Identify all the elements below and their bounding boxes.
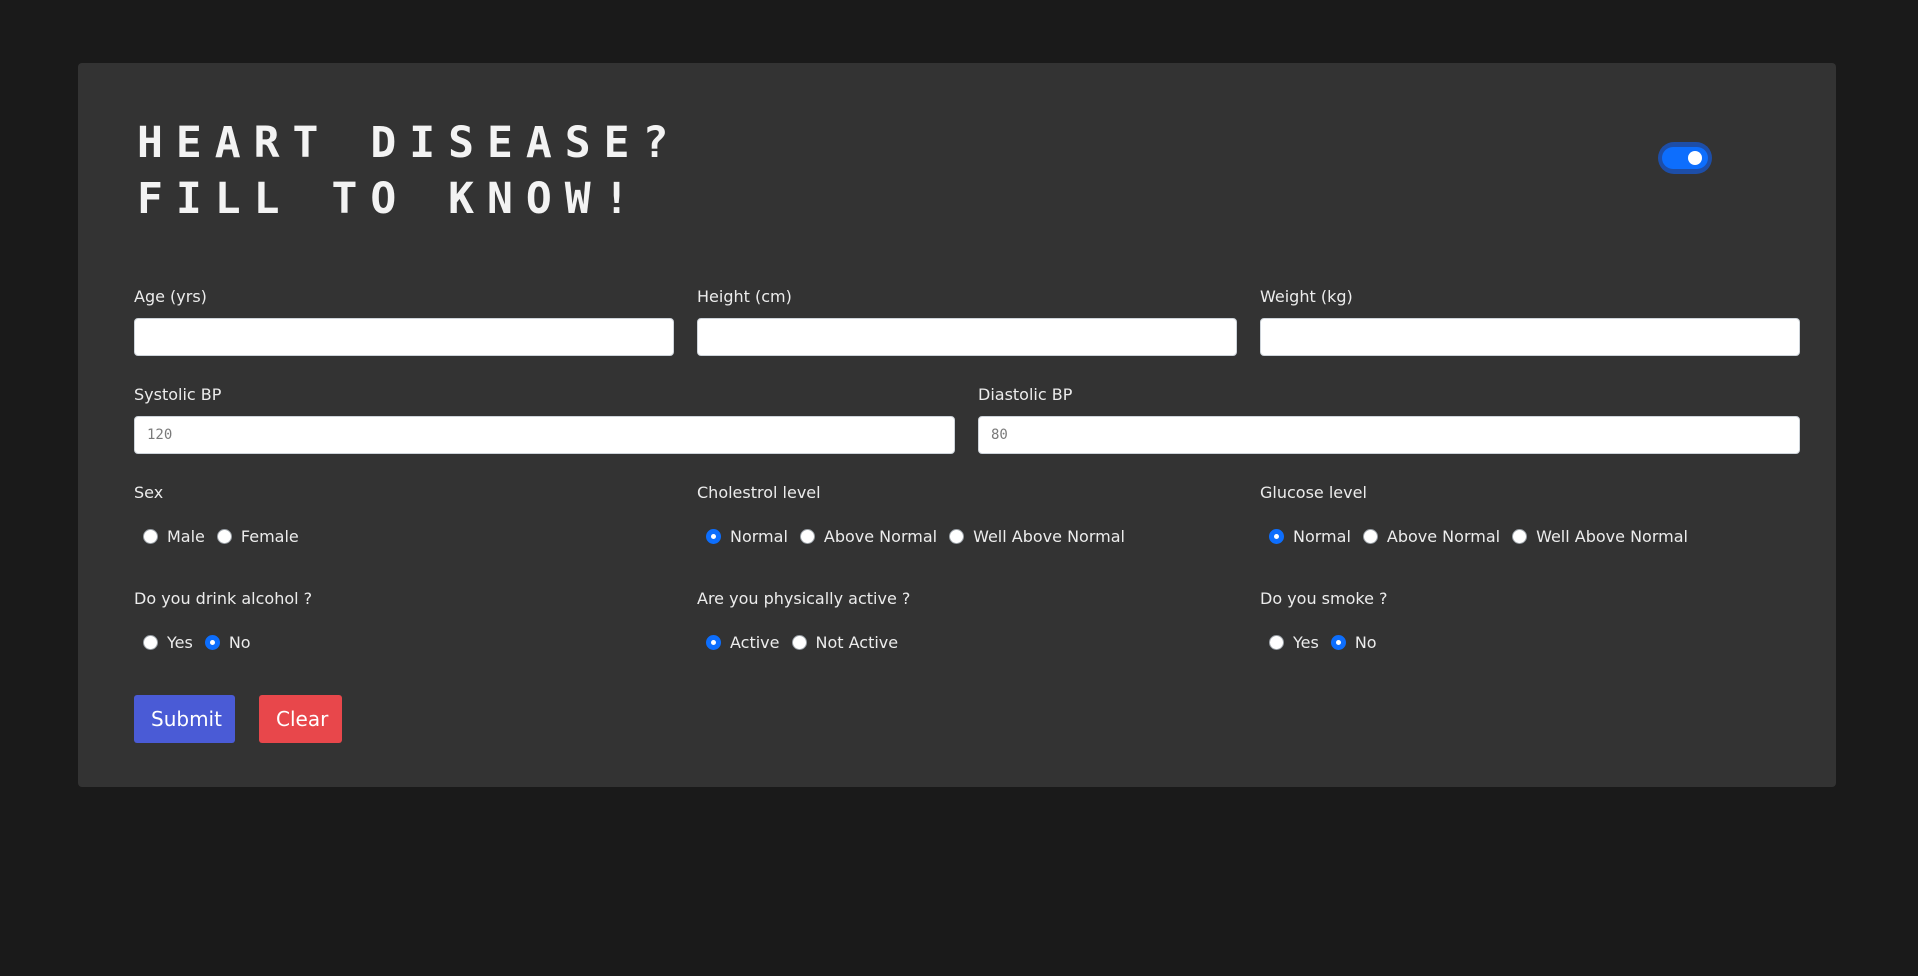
radio-button[interactable] bbox=[706, 528, 721, 544]
radio-button[interactable] bbox=[143, 634, 158, 650]
radio-label: Yes bbox=[167, 632, 193, 652]
glucose-option-above-normal[interactable]: Above Normal bbox=[1362, 526, 1501, 546]
form-card: HEART DISEASE? FILL TO KNOW! Age (yrs) H… bbox=[78, 63, 1836, 787]
radio-button[interactable] bbox=[1269, 528, 1284, 544]
sex-option-male[interactable]: Male bbox=[143, 527, 205, 546]
radio-label: No bbox=[1354, 632, 1377, 652]
toggle-knob bbox=[1688, 151, 1702, 165]
radio-button[interactable] bbox=[791, 634, 807, 650]
alcohol-label: Do you drink alcohol ? bbox=[134, 589, 313, 608]
page-title: HEART DISEASE? FILL TO KNOW! bbox=[137, 115, 681, 227]
weight-input[interactable] bbox=[1260, 318, 1800, 356]
radio-label: Normal bbox=[730, 526, 788, 546]
radio-button[interactable] bbox=[1512, 528, 1528, 544]
theme-toggle-switch[interactable] bbox=[1658, 142, 1712, 174]
smoke-option-yes[interactable]: Yes bbox=[1269, 633, 1319, 652]
radio-label: Well Above Normal bbox=[1536, 526, 1688, 546]
submit-button[interactable]: Submit bbox=[134, 695, 235, 743]
sex-label: Sex bbox=[134, 483, 164, 502]
age-label: Age (yrs) bbox=[134, 287, 207, 306]
radio-label: Yes bbox=[1293, 632, 1319, 652]
radio-label: Well Above Normal bbox=[973, 526, 1125, 546]
alcohol-option-yes[interactable]: Yes bbox=[143, 633, 193, 652]
radio-label: Normal bbox=[1293, 526, 1351, 546]
smoke-option-no[interactable]: No bbox=[1330, 632, 1377, 652]
clear-button[interactable]: Clear bbox=[259, 695, 342, 743]
radio-button[interactable] bbox=[216, 528, 232, 544]
radio-button[interactable] bbox=[204, 634, 220, 650]
smoke-radio-group: Yes No bbox=[1269, 630, 1389, 654]
radio-button[interactable] bbox=[706, 634, 721, 650]
cholesterol-radio-group: Normal Above Normal Well Above Normal bbox=[706, 524, 1137, 548]
cholesterol-option-normal[interactable]: Normal bbox=[706, 527, 788, 546]
radio-button[interactable] bbox=[949, 528, 965, 544]
height-label: Height (cm) bbox=[697, 287, 792, 306]
sex-radio-group: Male Female bbox=[143, 524, 311, 548]
radio-label: Above Normal bbox=[823, 526, 938, 546]
diastolic-bp-label: Diastolic BP bbox=[978, 385, 1073, 404]
cholesterol-label: Cholestrol level bbox=[697, 483, 821, 502]
radio-label: Active bbox=[730, 632, 780, 652]
height-input[interactable] bbox=[697, 318, 1237, 356]
title-line-1: HEART DISEASE? bbox=[137, 118, 682, 168]
alcohol-option-no[interactable]: No bbox=[204, 632, 251, 652]
alcohol-radio-group: Yes No bbox=[143, 630, 263, 654]
active-option-not-active[interactable]: Not Active bbox=[791, 632, 899, 652]
radio-button[interactable] bbox=[143, 528, 158, 544]
radio-button[interactable] bbox=[799, 528, 815, 544]
systolic-bp-label: Systolic BP bbox=[134, 385, 222, 404]
systolic-bp-input[interactable] bbox=[134, 416, 955, 454]
radio-label: No bbox=[228, 632, 251, 652]
radio-button[interactable] bbox=[1362, 528, 1378, 544]
glucose-option-well-above-normal[interactable]: Well Above Normal bbox=[1512, 527, 1688, 546]
radio-label: Above Normal bbox=[1386, 526, 1501, 546]
cholesterol-option-well-above-normal[interactable]: Well Above Normal bbox=[949, 527, 1125, 546]
diastolic-bp-input[interactable] bbox=[978, 416, 1800, 454]
radio-label: Female bbox=[240, 526, 299, 546]
glucose-radio-group: Normal Above Normal Well Above Normal bbox=[1269, 524, 1700, 548]
title-line-2: FILL TO KNOW! bbox=[137, 174, 643, 224]
radio-label: Male bbox=[167, 526, 205, 546]
active-option-active[interactable]: Active bbox=[706, 633, 780, 652]
weight-label: Weight (kg) bbox=[1260, 287, 1353, 306]
toggle-track bbox=[1662, 147, 1708, 169]
physically-active-label: Are you physically active ? bbox=[697, 589, 911, 608]
age-input[interactable] bbox=[134, 318, 674, 356]
radio-button[interactable] bbox=[1269, 634, 1284, 650]
physically-active-radio-group: Active Not Active bbox=[706, 630, 910, 654]
glucose-label: Glucose level bbox=[1260, 483, 1367, 502]
radio-label: Not Active bbox=[815, 632, 899, 652]
smoke-label: Do you smoke ? bbox=[1260, 589, 1388, 608]
radio-button[interactable] bbox=[1330, 634, 1346, 650]
cholesterol-option-above-normal[interactable]: Above Normal bbox=[799, 526, 938, 546]
glucose-option-normal[interactable]: Normal bbox=[1269, 527, 1351, 546]
sex-option-female[interactable]: Female bbox=[216, 526, 299, 546]
